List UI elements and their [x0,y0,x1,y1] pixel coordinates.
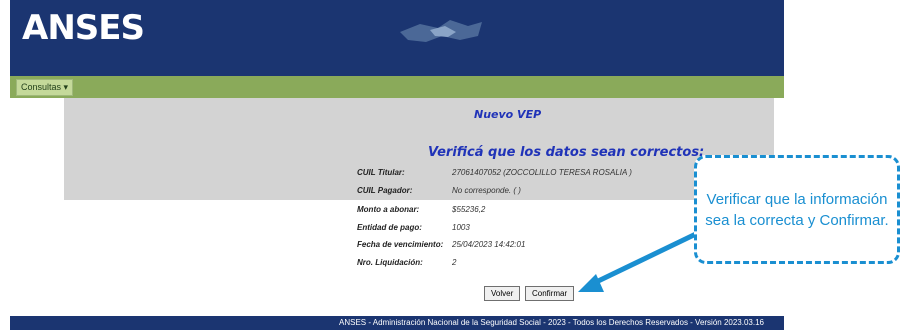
callout-text: Verificar que la información sea la corr… [705,190,889,229]
callout-annotation: Verificar que la información sea la corr… [694,155,900,264]
